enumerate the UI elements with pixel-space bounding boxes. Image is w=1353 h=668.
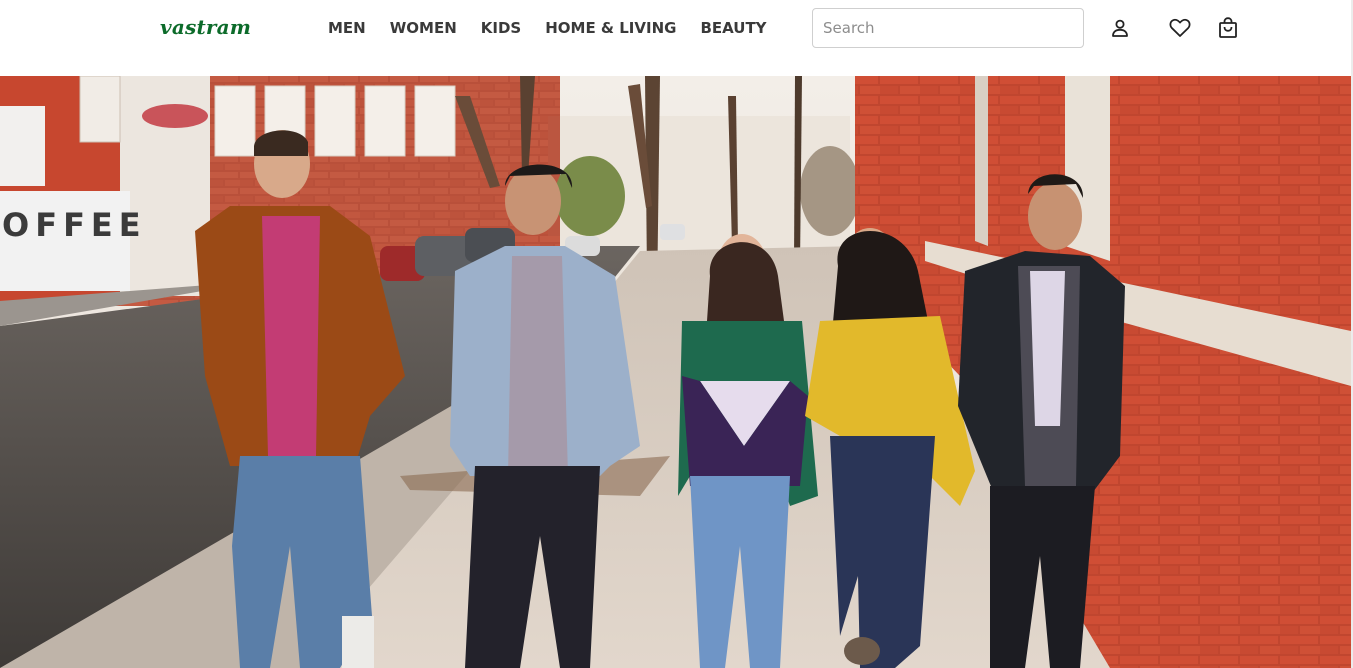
wishlist-button[interactable] bbox=[1168, 16, 1192, 40]
shopping-bag-icon bbox=[1218, 17, 1238, 39]
main-nav: MEN WOMEN KIDS HOME & LIVING BEAUTY bbox=[328, 18, 791, 38]
brand-logo[interactable]: vastram bbox=[160, 15, 251, 39]
hero-illustration: OFFEE bbox=[0, 76, 1351, 668]
nav-item-women[interactable]: WOMEN bbox=[390, 18, 457, 38]
coffee-sign-text: OFFEE bbox=[2, 206, 147, 244]
bag-button[interactable] bbox=[1216, 16, 1240, 40]
profile-button[interactable] bbox=[1108, 16, 1132, 40]
nav-item-men[interactable]: MEN bbox=[328, 18, 366, 38]
profile-icon bbox=[1110, 18, 1130, 38]
nav-item-kids[interactable]: KIDS bbox=[481, 18, 521, 38]
heart-icon bbox=[1169, 18, 1191, 38]
nav-item-beauty[interactable]: BEAUTY bbox=[700, 18, 766, 38]
site-header: vastram MEN WOMEN KIDS HOME & LIVING BEA… bbox=[0, 0, 1353, 76]
hero-banner-image[interactable]: OFFEE bbox=[0, 76, 1351, 668]
nav-item-home-living[interactable]: HOME & LIVING bbox=[545, 18, 676, 38]
search-input[interactable] bbox=[812, 8, 1084, 48]
